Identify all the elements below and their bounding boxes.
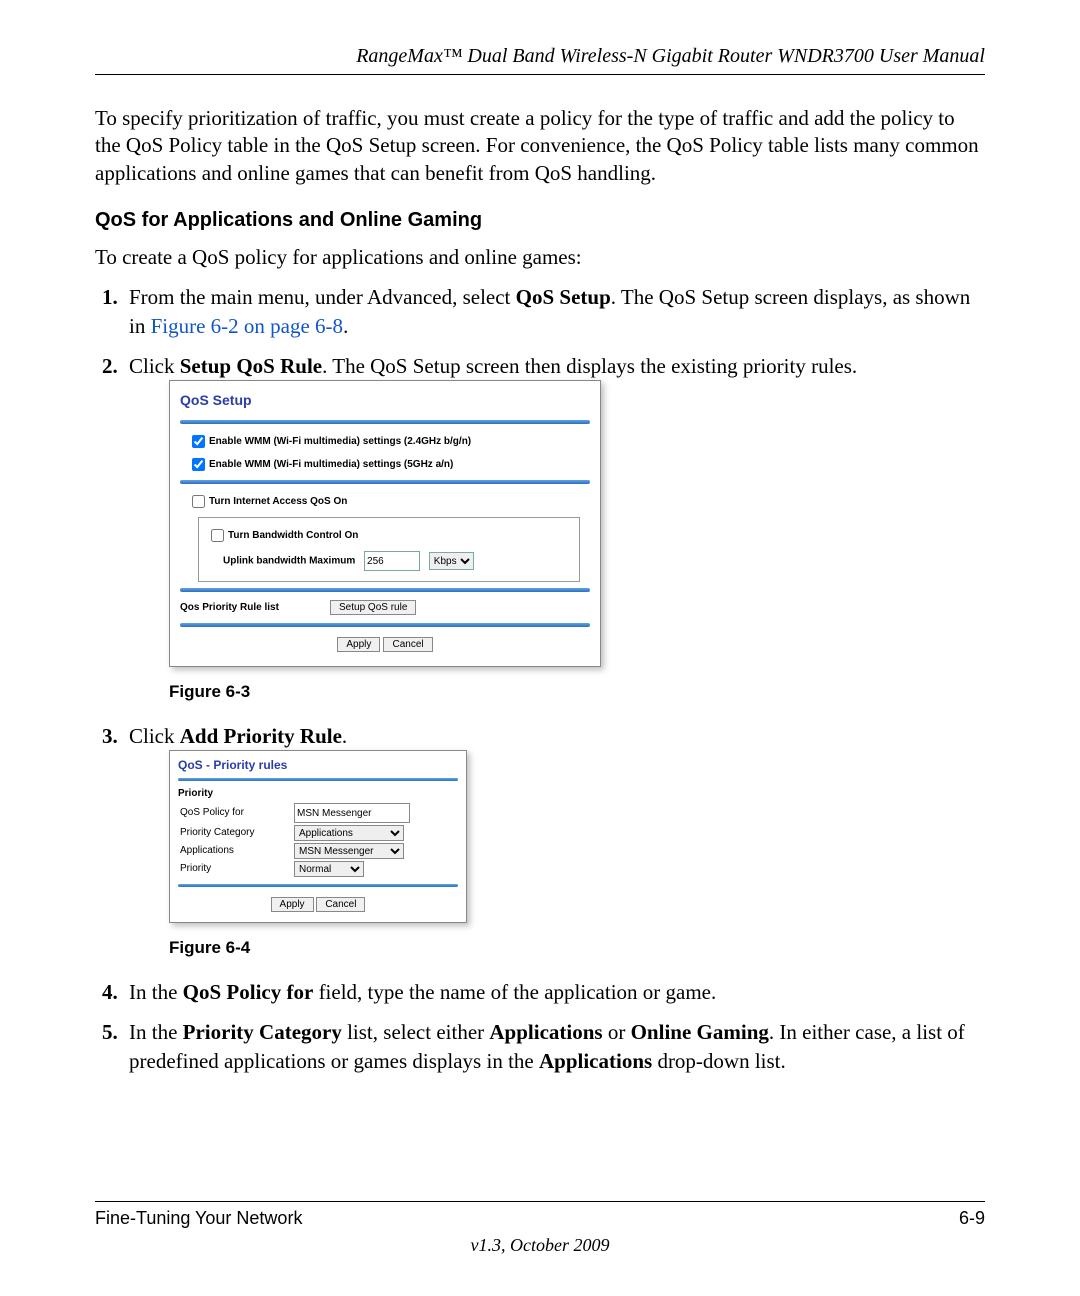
text: Click — [129, 724, 180, 748]
priority-rules-screenshot: QoS - Priority rules Priority QoS Policy… — [169, 750, 467, 923]
uplink-label: Uplink bandwidth Maximum — [223, 556, 355, 567]
separator — [180, 420, 590, 424]
page-footer: Fine-Tuning Your Network 6-9 v1.3, Octob… — [95, 1193, 985, 1256]
text-bold: Setup QoS Rule — [180, 354, 322, 378]
text: . The QoS Setup screen then displays the… — [322, 354, 857, 378]
step-1: From the main menu, under Advanced, sele… — [123, 283, 985, 340]
text: Click — [129, 354, 180, 378]
text-bold: Add Priority Rule — [180, 724, 342, 748]
table-row: Applications MSN Messenger — [178, 842, 458, 860]
text-bold: Priority Category — [183, 1020, 342, 1044]
text-bold: Applications — [489, 1020, 602, 1044]
priority-select[interactable]: Normal — [294, 861, 364, 877]
section-heading: QoS for Applications and Online Gaming — [95, 209, 985, 232]
applications-label: Applications — [178, 842, 292, 860]
text: . — [342, 724, 347, 748]
separator — [178, 778, 458, 781]
text: list, select either — [342, 1020, 490, 1044]
wmm-24ghz-label: Enable WMM (Wi-Fi multimedia) settings (… — [209, 436, 471, 447]
applications-select[interactable]: MSN Messenger — [294, 843, 404, 859]
text: From the main menu, under Advanced, sele… — [129, 285, 516, 309]
separator — [180, 623, 590, 627]
priority-category-select[interactable]: Applications — [294, 825, 404, 841]
step-2: Click Setup QoS Rule. The QoS Setup scre… — [123, 352, 985, 704]
text-bold: QoS Setup — [516, 285, 611, 309]
text-bold: Online Gaming — [631, 1020, 769, 1044]
figure-6-3-caption: Figure 6-3 — [169, 681, 985, 704]
footer-section-title: Fine-Tuning Your Network — [95, 1208, 302, 1229]
step-4: In the QoS Policy for field, type the na… — [123, 978, 985, 1006]
text: In the — [129, 980, 183, 1004]
text-bold: QoS Policy for — [183, 980, 314, 1004]
table-row: Priority Normal — [178, 860, 458, 878]
text: or — [603, 1020, 631, 1044]
setup-qos-rule-button[interactable]: Setup QoS rule — [330, 600, 416, 615]
turn-qos-label: Turn Internet Access QoS On — [209, 496, 347, 507]
text: field, type the name of the application … — [313, 980, 716, 1004]
cancel-button[interactable]: Cancel — [383, 637, 432, 652]
priority-label: Priority — [178, 860, 292, 878]
separator — [180, 588, 590, 592]
wmm-24ghz-checkbox[interactable] — [192, 435, 205, 448]
qos-setup-screenshot: QoS Setup Enable WMM (Wi-Fi multimedia) … — [169, 380, 601, 667]
qos-policy-for-label: QoS Policy for — [178, 802, 292, 824]
page-header: RangeMax™ Dual Band Wireless-N Gigabit R… — [95, 45, 985, 68]
table-row: Priority Category Applications — [178, 824, 458, 842]
qos-setup-title: QoS Setup — [180, 391, 590, 410]
intro-paragraph: To specify prioritization of traffic, yo… — [95, 105, 985, 187]
step-5: In the Priority Category list, select ei… — [123, 1018, 985, 1075]
header-rule — [95, 74, 985, 75]
table-row: QoS Policy for — [178, 802, 458, 824]
qos-policy-for-input[interactable] — [294, 803, 410, 823]
turn-bw-label: Turn Bandwidth Control On — [228, 530, 358, 541]
apply-button[interactable]: Apply — [271, 897, 314, 912]
footer-page-number: 6-9 — [959, 1208, 985, 1229]
text: . — [343, 314, 348, 338]
cancel-button[interactable]: Cancel — [316, 897, 365, 912]
turn-qos-checkbox[interactable] — [192, 495, 205, 508]
footer-rule — [95, 1201, 985, 1202]
separator — [178, 884, 458, 887]
uplink-unit-select[interactable]: Kbps — [429, 552, 474, 570]
text: In the — [129, 1020, 183, 1044]
bandwidth-box: Turn Bandwidth Control On Uplink bandwid… — [198, 517, 580, 582]
wmm-5ghz-checkbox[interactable] — [192, 458, 205, 471]
text: drop-down list. — [652, 1049, 786, 1073]
uplink-bandwidth-input[interactable] — [364, 551, 420, 571]
priority-rules-title: QoS - Priority rules — [178, 757, 458, 773]
rule-list-label: Qos Priority Rule list — [180, 601, 330, 615]
apply-button[interactable]: Apply — [337, 637, 380, 652]
priority-category-label: Priority Category — [178, 824, 292, 842]
figure-6-4-caption: Figure 6-4 — [169, 937, 985, 960]
text-bold: Applications — [539, 1049, 652, 1073]
turn-bw-checkbox[interactable] — [211, 529, 224, 542]
figure-xref-link[interactable]: Figure 6-2 on page 6-8 — [151, 314, 343, 338]
wmm-5ghz-label: Enable WMM (Wi-Fi multimedia) settings (… — [209, 459, 453, 470]
lead-sentence: To create a QoS policy for applications … — [95, 244, 985, 271]
separator — [180, 480, 590, 484]
priority-heading: Priority — [178, 787, 458, 801]
footer-version: v1.3, October 2009 — [95, 1235, 985, 1256]
step-3: Click Add Priority Rule. QoS - Priority … — [123, 722, 985, 960]
